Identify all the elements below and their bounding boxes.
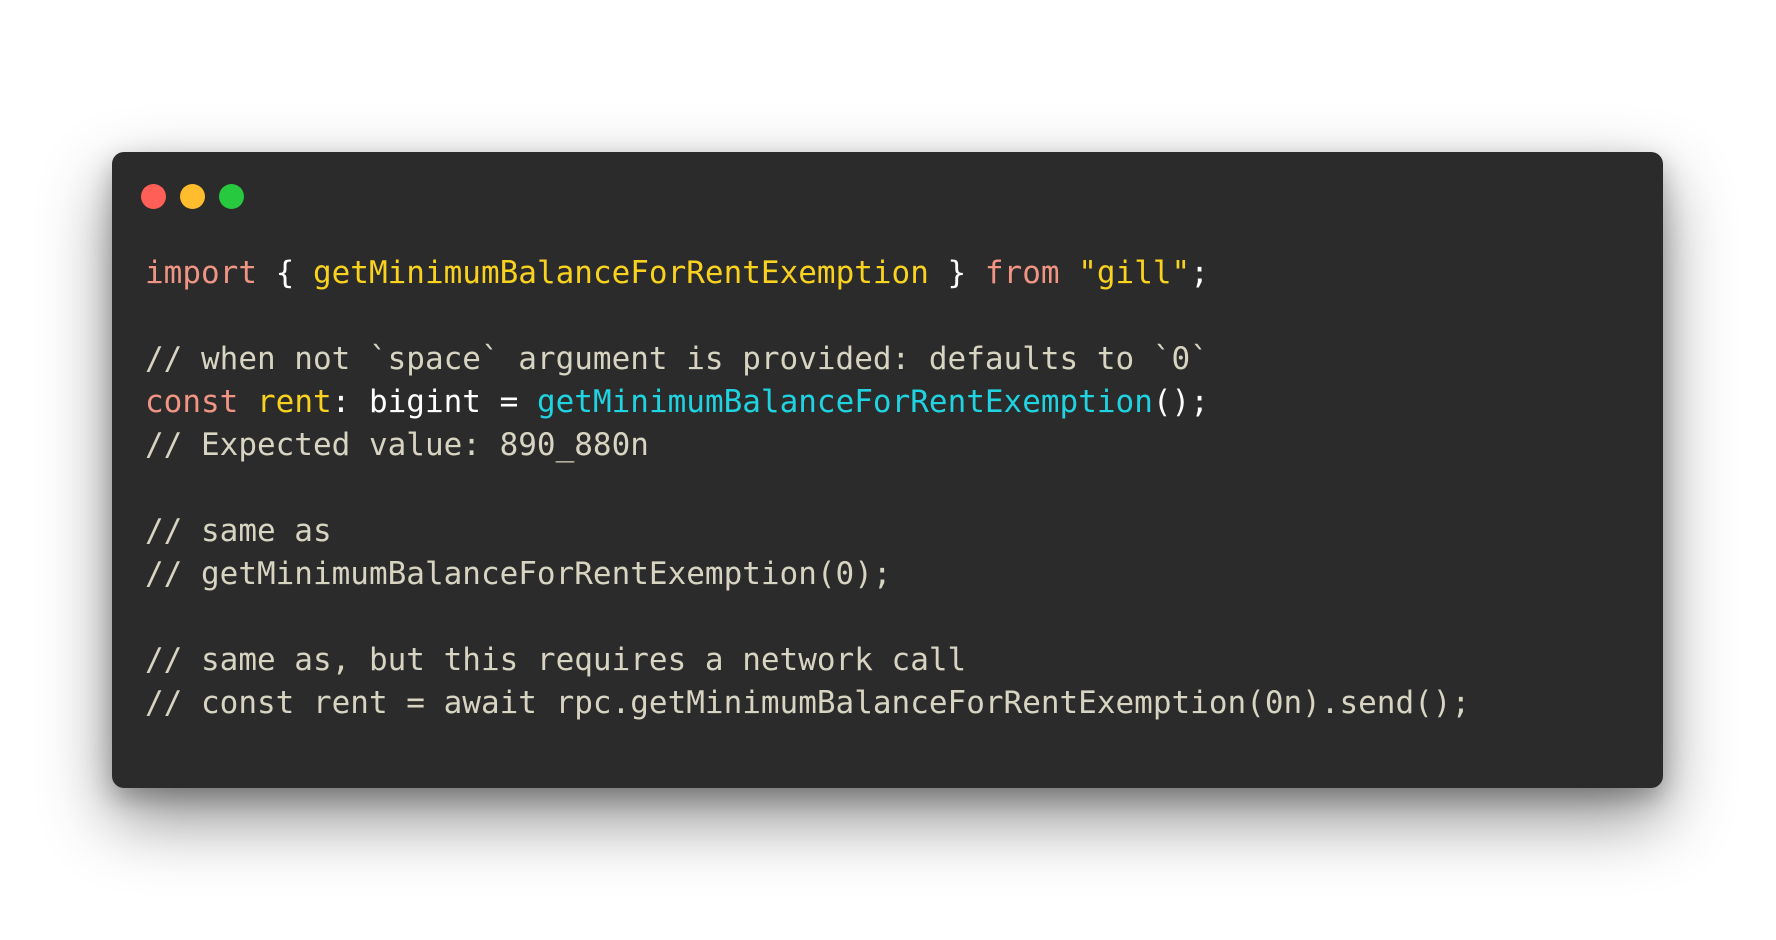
code-token-keyword: import [145,255,257,291]
code-token-plain: : bigint = [331,384,537,420]
code-token-string: "gill" [1078,255,1191,291]
code-line: const rent: bigint = getMinimumBalanceFo… [145,381,1470,424]
code-token-keyword: from [984,255,1060,291]
code-token-comment: // const rent = await rpc.getMinimumBala… [145,685,1471,721]
code-token-plain: { [256,255,313,291]
code-line: // when not `space` argument is provided… [145,338,1470,381]
code-line: // getMinimumBalanceForRentExemption(0); [145,553,1470,596]
code-token-comment: // when not `space` argument is provided… [145,341,1209,377]
window-controls [141,184,244,210]
close-button[interactable] [141,184,166,209]
code-token-comment: // same as, but this requires a network … [145,642,967,678]
code-block: import { getMinimumBalanceForRentExempti… [145,252,1470,725]
code-token-comment: // Expected value: 890_880n [145,427,649,463]
code-token-plain: ; [1190,255,1209,291]
code-line: import { getMinimumBalanceForRentExempti… [145,252,1470,295]
code-line: // Expected value: 890_880n [145,424,1470,467]
code-token-ident: rent [257,384,332,420]
code-token-plain: (); [1152,384,1209,420]
code-line: // same as, but this requires a network … [145,639,1470,682]
minimize-button[interactable] [180,184,205,209]
code-token-comment: // same as [145,513,332,549]
code-line: // same as [145,510,1470,553]
code-line: // const rent = await rpc.getMinimumBala… [145,682,1470,725]
code-token-keyword: const [145,384,239,420]
canvas-background: import { getMinimumBalanceForRentExempti… [0,0,1776,940]
zoom-button[interactable] [219,184,244,209]
code-token-ident: getMinimumBalanceForRentExemption [312,255,929,291]
code-token-plain: } [928,255,985,291]
code-window: import { getMinimumBalanceForRentExempti… [112,152,1663,788]
code-token-comment: // getMinimumBalanceForRentExemption(0); [145,556,892,592]
code-token-func: getMinimumBalanceForRentExemption [536,384,1153,420]
